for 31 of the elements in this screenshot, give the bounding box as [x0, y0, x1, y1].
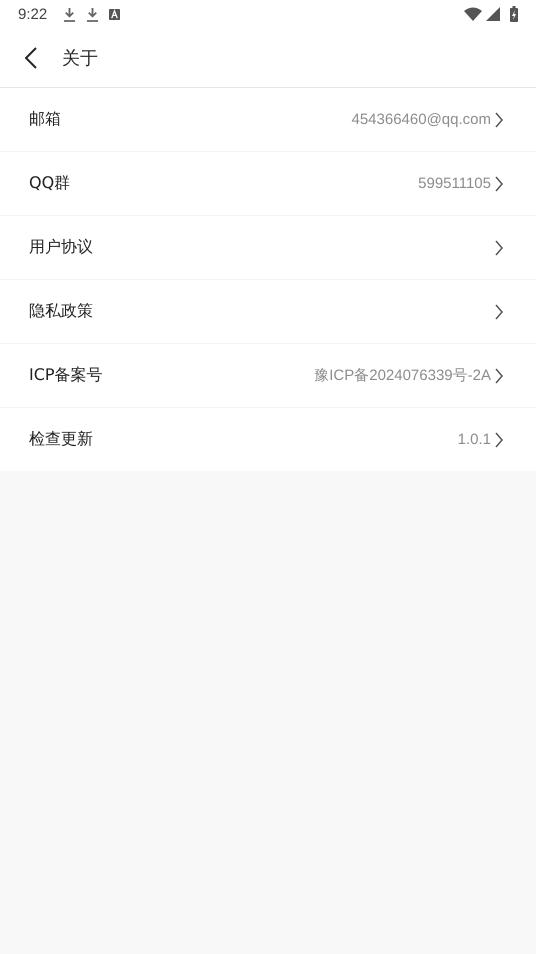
- settings-row[interactable]: 检查更新 1.0.1: [0, 408, 536, 471]
- chevron-right-icon: [495, 240, 503, 256]
- wifi-icon: [464, 7, 482, 21]
- chevron-right-icon: [495, 432, 503, 448]
- row-label: 用户协议: [29, 237, 93, 258]
- settings-row[interactable]: ICP备案号 豫ICP备2024076339号-2A: [0, 344, 536, 407]
- status-time: 9:22: [18, 6, 48, 22]
- back-icon[interactable]: [25, 46, 37, 68]
- download-icon: [63, 6, 76, 22]
- battery-charging-icon: [510, 6, 518, 22]
- chevron-right-icon: [495, 368, 503, 384]
- settings-row[interactable]: 隐私政策: [0, 280, 536, 343]
- row-label: 隐私政策: [29, 301, 93, 322]
- chevron-right-icon: [495, 304, 503, 320]
- app-notification-icon: [109, 8, 120, 20]
- settings-row[interactable]: 邮箱 454366460@qq.com: [0, 88, 536, 151]
- signal-icon: [486, 7, 500, 21]
- chevron-right-icon: [495, 112, 503, 128]
- row-label: ICP备案号: [29, 365, 103, 386]
- row-value: 1.0.1: [458, 431, 491, 448]
- row-value: 599511105: [418, 175, 491, 192]
- row-value: 豫ICP备2024076339号-2A: [314, 366, 491, 385]
- row-label: 检查更新: [29, 429, 93, 450]
- settings-row[interactable]: QQ群 599511105: [0, 152, 536, 215]
- settings-row[interactable]: 用户协议: [0, 216, 536, 279]
- page-title: 关于: [62, 46, 98, 70]
- chevron-right-icon: [495, 176, 503, 192]
- row-value: 454366460@qq.com: [352, 111, 491, 128]
- row-label: QQ群: [29, 173, 70, 194]
- row-label: 邮箱: [29, 109, 61, 130]
- download-icon: [86, 6, 100, 22]
